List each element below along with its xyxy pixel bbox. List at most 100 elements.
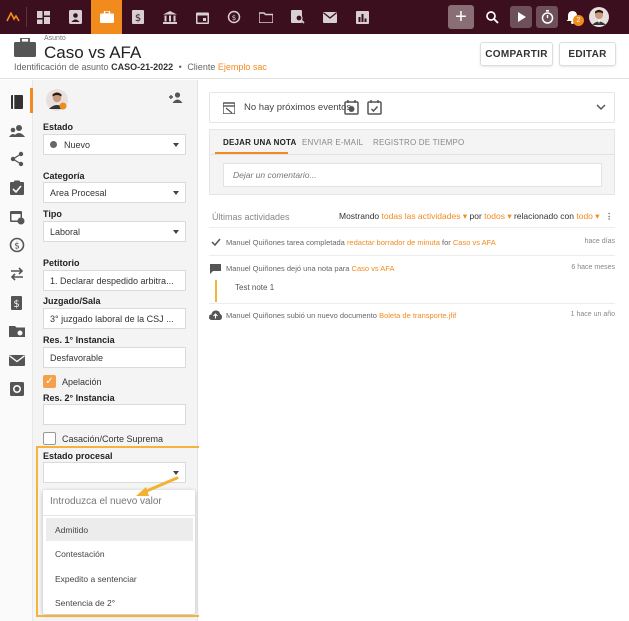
notes-panel: DEJAR UNA NOTA ENVIAR E-MAIL REGISTRO DE… xyxy=(209,129,615,195)
calendar-icon[interactable] xyxy=(186,0,218,34)
billing-icon[interactable]: $ xyxy=(122,0,154,34)
matter-id-value: CASO-21-2022 xyxy=(111,62,174,72)
mail-icon[interactable] xyxy=(314,0,346,34)
apelacion-label: Apelación xyxy=(62,377,102,387)
time-billing-icon[interactable]: $ xyxy=(9,237,25,253)
categoria-label: Categoría xyxy=(43,171,85,181)
dropdown-option[interactable]: Expedito a sentenciar xyxy=(46,567,193,590)
matter-type-label: Asunto xyxy=(44,35,66,42)
estado-procesal-dropdown: Introduzca el nuevo valor Admitido Conte… xyxy=(43,490,195,614)
estado-select[interactable]: Nuevo xyxy=(43,134,186,155)
book-icon[interactable] xyxy=(9,94,25,110)
play-timer-button[interactable] xyxy=(510,6,532,28)
documents-folder-icon[interactable] xyxy=(9,323,25,339)
tipo-select[interactable]: Laboral xyxy=(43,221,186,242)
email-icon[interactable] xyxy=(9,352,25,368)
activity-document-link[interactable]: Boleta de transporte.jfif xyxy=(379,311,456,320)
res2-field[interactable] xyxy=(43,404,186,425)
categoria-select[interactable]: Area Procesal xyxy=(43,182,186,203)
add-new-button[interactable]: + xyxy=(448,5,474,29)
client-label: Cliente xyxy=(187,62,216,72)
tasks-icon[interactable] xyxy=(9,180,25,196)
tab-send-email[interactable]: ENVIAR E-MAIL xyxy=(302,138,363,147)
by-label: por xyxy=(469,211,482,221)
caret-down-icon: ▾ xyxy=(504,211,512,221)
dropdown-option[interactable]: Contestación xyxy=(46,542,193,565)
contacts-icon[interactable] xyxy=(59,0,91,34)
activity-target-link[interactable]: redactar borrador de minuta xyxy=(347,238,440,247)
chevron-down-icon xyxy=(173,230,179,234)
add-task-icon[interactable] xyxy=(367,99,382,115)
bullet-separator: • xyxy=(178,62,182,72)
matter-subtitle: Identificación de asunto CASO-21-2022 • … xyxy=(14,62,267,72)
comment-input[interactable]: Dejar un comentario... xyxy=(223,163,602,187)
tab-time-log[interactable]: REGISTRO DE TIEMPO xyxy=(373,138,464,147)
activity-matter-link[interactable]: Caso vs AFA xyxy=(352,264,395,273)
juzgado-field[interactable]: 3° juzgado laboral de la CSJ ... xyxy=(43,308,186,329)
user-avatar[interactable] xyxy=(586,0,612,34)
categoria-value: Area Procesal xyxy=(50,187,107,198)
casacion-label: Casación/Corte Suprema xyxy=(62,434,164,444)
dashboard-icon[interactable] xyxy=(27,0,59,34)
share-button[interactable]: COMPARTIR xyxy=(480,42,553,66)
matter-header: Asunto Caso vs AFA Identificación de asu… xyxy=(0,34,629,79)
res2-label: Res. 2° Instancia xyxy=(43,393,115,403)
activity-time: 1 hace un año xyxy=(570,311,615,318)
showing-label: Mostrando xyxy=(339,211,380,221)
activity-action: dejó una nota para xyxy=(286,264,350,273)
activity-actor: Manuel Quiñones xyxy=(226,264,285,273)
chevron-down-icon[interactable] xyxy=(596,104,606,111)
add-person-icon[interactable] xyxy=(168,92,183,103)
activities-divider xyxy=(209,303,615,304)
briefcase-icon[interactable] xyxy=(91,0,122,34)
responsible-avatar[interactable] xyxy=(46,89,68,111)
status-dot xyxy=(50,141,57,148)
contacts-group-icon[interactable] xyxy=(9,123,25,139)
add-event-icon[interactable] xyxy=(344,99,359,115)
dropdown-option[interactable]: Admitido xyxy=(46,518,193,541)
svg-text:$: $ xyxy=(13,299,19,310)
filter-activities-dropdown[interactable]: todas las actividades xyxy=(382,211,461,221)
notification-bell-icon[interactable]: 2 xyxy=(558,0,586,34)
share-icon[interactable] xyxy=(9,151,25,167)
logo-icon[interactable] xyxy=(0,0,26,34)
more-options-icon[interactable]: ⋮ xyxy=(605,211,614,221)
matter-main-content: No hay próximos eventos DEJAR UNA NOTA E… xyxy=(199,80,629,621)
activities-title: Últimas actividades xyxy=(212,212,290,222)
related-label: relacionado con xyxy=(513,211,574,221)
settings-icon[interactable] xyxy=(9,381,25,397)
top-navigation-bar: $ $ + 2 xyxy=(0,0,629,34)
search-icon[interactable] xyxy=(474,0,510,34)
casacion-checkbox[interactable] xyxy=(43,432,56,445)
filter-related-dropdown[interactable]: todo xyxy=(576,211,593,221)
petitorio-field[interactable]: 1. Declarar despedido arbitra... xyxy=(43,270,186,291)
edit-button[interactable]: EDITAR xyxy=(559,42,616,66)
apelacion-checkbox[interactable]: ✓ xyxy=(43,375,56,388)
filter-by-dropdown[interactable]: todos xyxy=(484,211,505,221)
reports-icon[interactable] xyxy=(346,0,378,34)
svg-text:$: $ xyxy=(135,13,141,24)
stopwatch-icon[interactable] xyxy=(536,6,558,28)
res1-label: Res. 1° Instancia xyxy=(43,335,115,345)
calendar-events-icon[interactable] xyxy=(9,209,25,225)
transactions-icon[interactable] xyxy=(9,266,25,282)
client-link[interactable]: Ejemplo sac xyxy=(218,62,267,72)
res1-field[interactable]: Desfavorable xyxy=(43,347,186,368)
history-icon[interactable]: $ xyxy=(218,0,250,34)
cloud-upload-icon xyxy=(209,310,222,320)
tab-leave-note[interactable]: DEJAR UNA NOTA xyxy=(223,138,296,147)
invoice-icon[interactable]: $ xyxy=(9,295,25,311)
dropdown-option[interactable]: Sentencia de 2° xyxy=(46,591,193,614)
calendar-empty-icon xyxy=(223,102,235,114)
activity-matter-link[interactable]: Caso vs AFA xyxy=(453,238,496,247)
activity-for: for xyxy=(442,238,451,247)
bank-icon[interactable] xyxy=(154,0,186,34)
document-search-icon[interactable] xyxy=(282,0,314,34)
tipo-value: Laboral xyxy=(50,226,81,237)
chevron-down-icon xyxy=(173,143,179,147)
activity-action: subió un nuevo documento xyxy=(286,311,377,320)
tabs-divider xyxy=(210,154,614,155)
note-text: Test note 1 xyxy=(235,283,275,292)
estado-label: Estado xyxy=(43,122,74,132)
folder-icon[interactable] xyxy=(250,0,282,34)
